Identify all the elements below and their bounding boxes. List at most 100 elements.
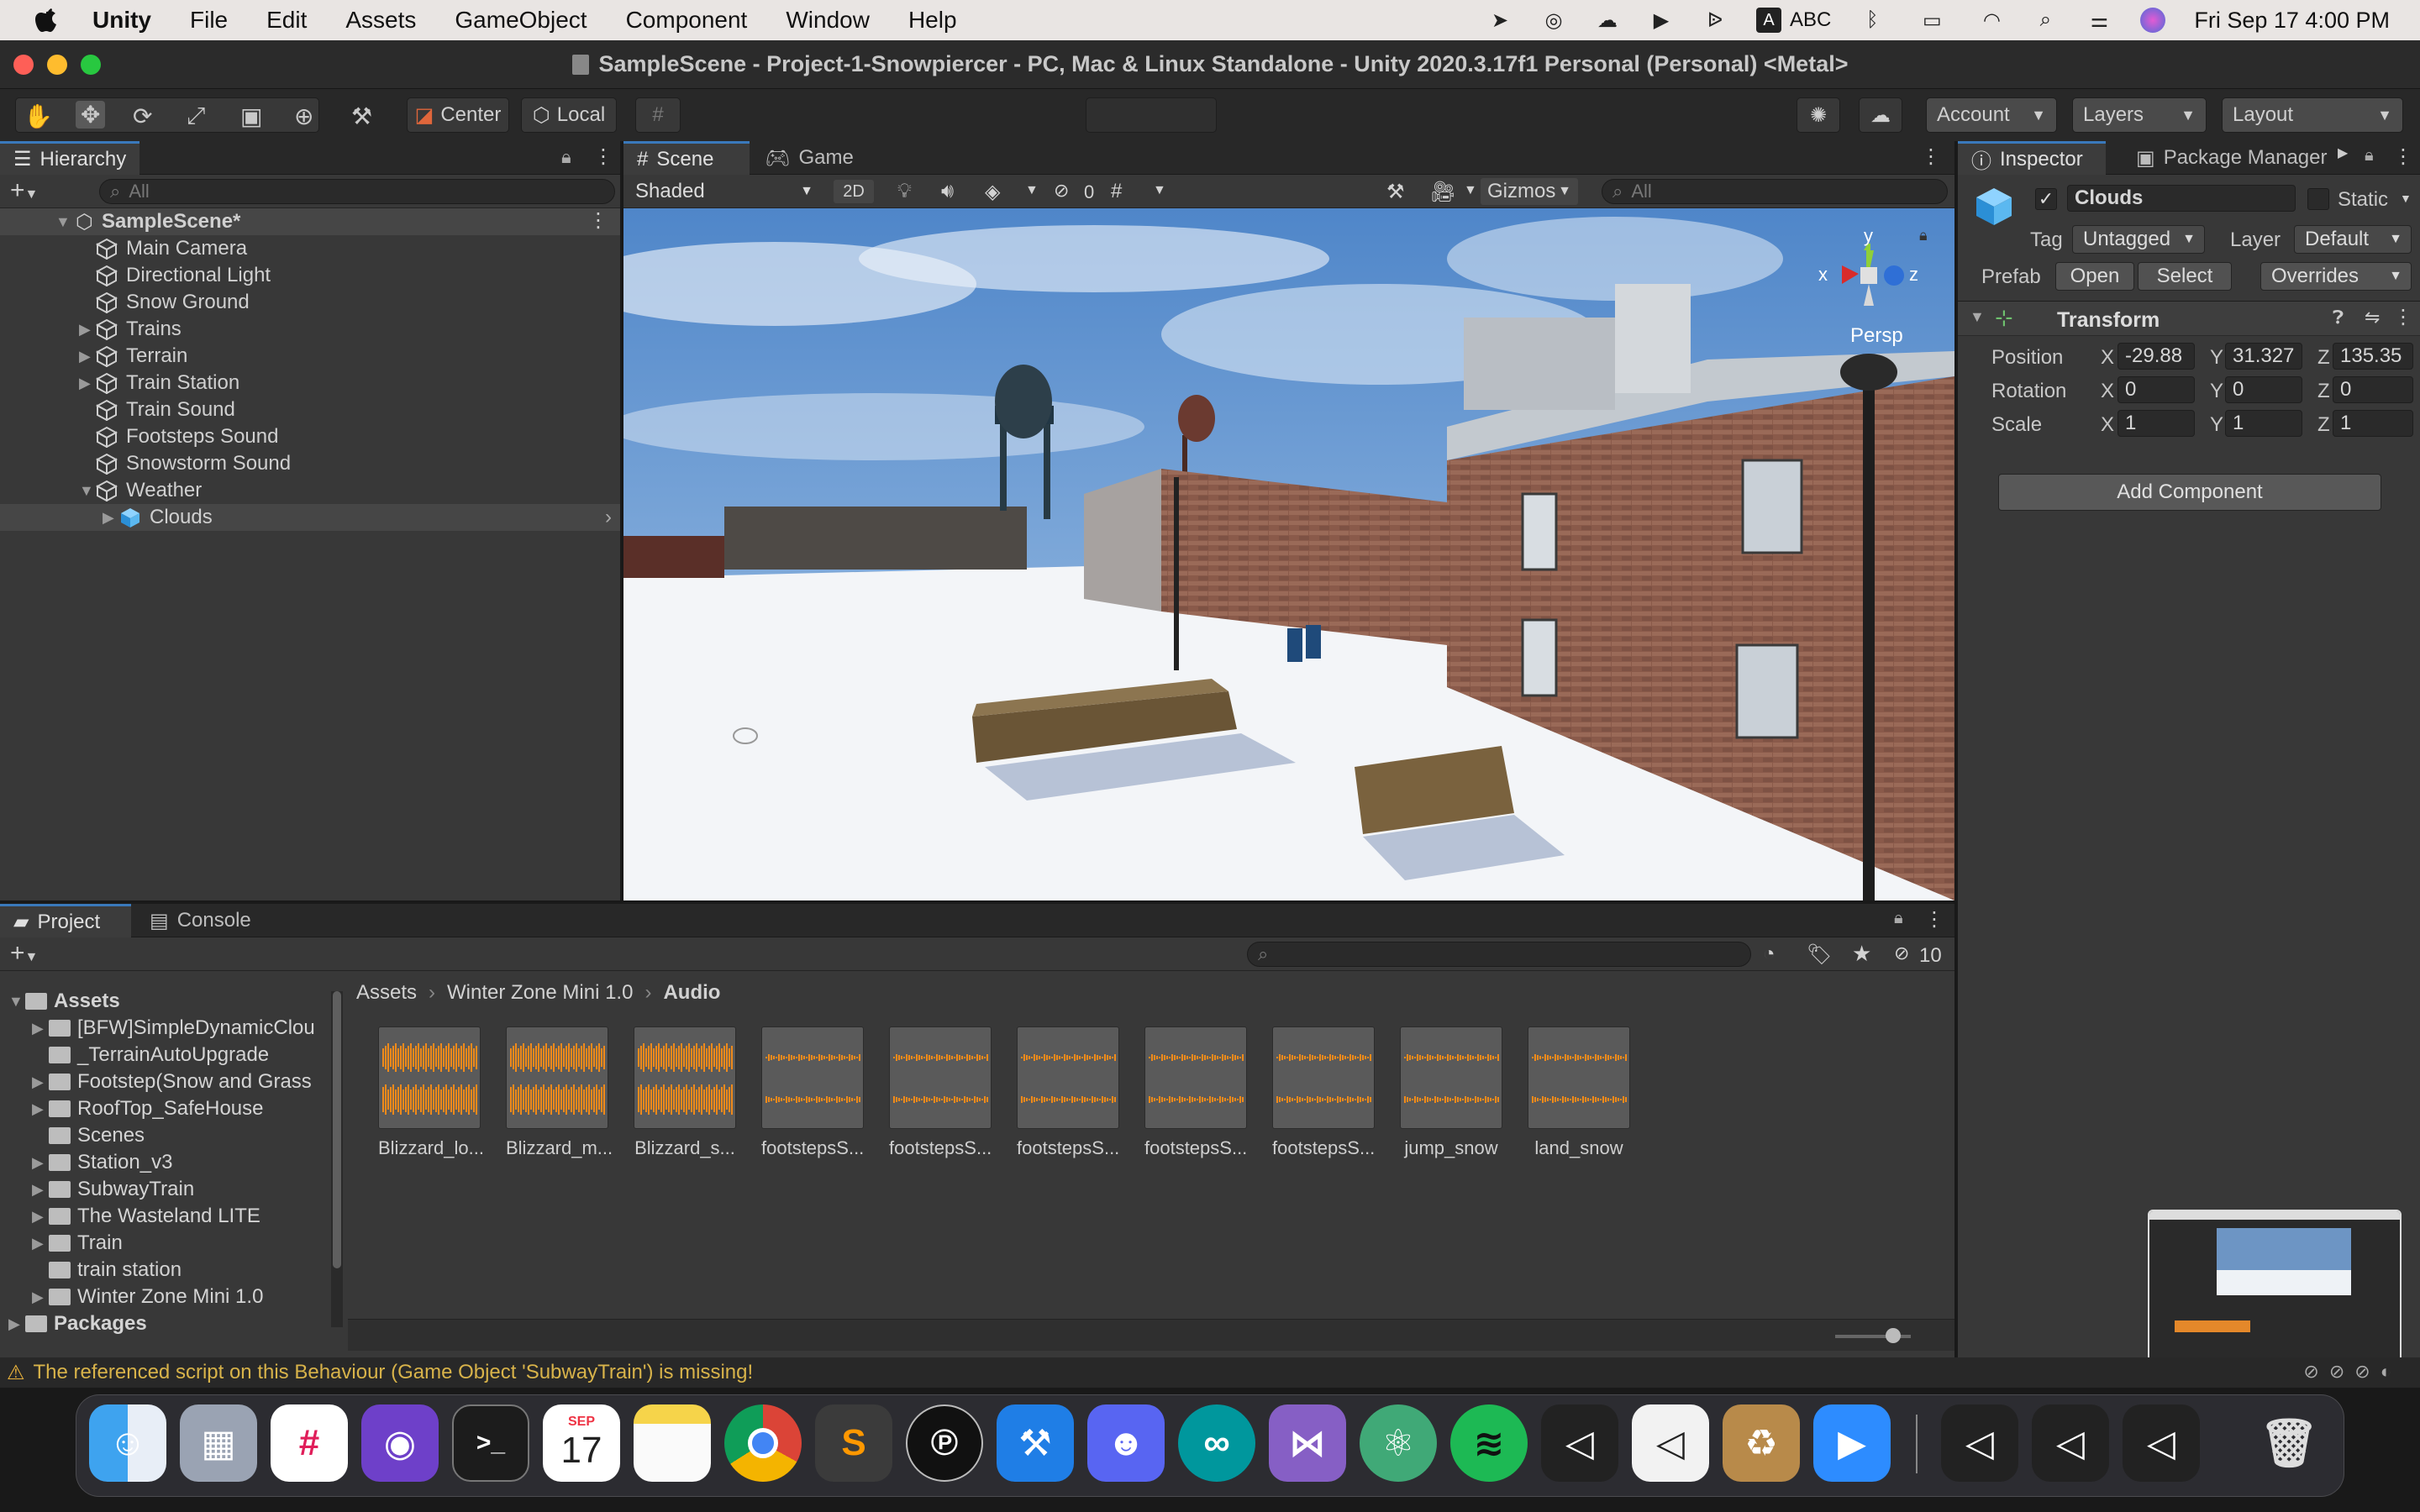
audio-asset[interactable]: land_snow xyxy=(1528,1026,1630,1159)
create-add-button[interactable]: +▼ xyxy=(10,176,38,205)
folder-tree-item[interactable]: train station xyxy=(0,1257,334,1284)
dock-terminal-icon[interactable]: >_ xyxy=(452,1404,529,1482)
search-by-type-icon[interactable]: ◔ xyxy=(1763,942,1776,966)
collab-button[interactable]: ✺ xyxy=(1797,97,1840,133)
hierarchy-item[interactable]: ▼ Weather xyxy=(0,477,620,504)
viewport-lock-icon[interactable]: 🔒︎ xyxy=(1919,227,1928,244)
help-icon[interactable]: ❓︎ xyxy=(2333,307,2344,328)
expand-arrow-icon[interactable]: ▶ xyxy=(8,1315,25,1333)
tab-console[interactable]: ▤ Console xyxy=(136,904,265,937)
active-checkbox[interactable]: ✓ xyxy=(2035,188,2057,210)
tab-project[interactable]: ▰ Project xyxy=(0,904,131,937)
dock-spotify-icon[interactable]: ≋ xyxy=(1450,1404,1528,1482)
expand-arrow-icon[interactable]: ▶ xyxy=(79,375,96,392)
hierarchy-item[interactable]: Footsteps Sound xyxy=(0,423,620,450)
folder-tree-item[interactable]: _TerrainAutoUpgrade xyxy=(0,1042,334,1068)
breadcrumb-audio[interactable]: Audio xyxy=(663,981,720,1005)
expand-arrow-icon[interactable]: ▶ xyxy=(32,1100,49,1118)
dock-unity-hub-icon[interactable]: ◁ xyxy=(1541,1404,1618,1482)
position-x-field[interactable]: -29.88 xyxy=(2118,343,2195,370)
sync-icon[interactable]: ◎ xyxy=(1541,8,1566,33)
expanded-arrow-icon[interactable]: ▼ xyxy=(55,213,72,231)
icon-size-slider[interactable] xyxy=(1835,1328,1911,1343)
tab-package-manager[interactable]: ▣ Package Manager xyxy=(2123,141,2340,175)
folder-tree-item[interactable]: ▶ The Wasteland LITE xyxy=(0,1203,334,1230)
orientation-gizmo[interactable]: y x z Persp xyxy=(1808,225,1934,393)
airpods-icon[interactable]: ᐉ xyxy=(1702,8,1728,33)
creative-cloud-icon[interactable]: ☁ xyxy=(1595,8,1620,33)
kebab-menu-icon[interactable]: ⋮ xyxy=(1924,907,1944,932)
dock-arduino-icon[interactable]: ∞ xyxy=(1178,1404,1255,1482)
siri-icon[interactable] xyxy=(2140,8,2166,33)
audio-asset[interactable]: footstepsS... xyxy=(1017,1026,1119,1159)
menu-assets[interactable]: Assets xyxy=(345,7,416,34)
rotation-z-field[interactable]: 0 xyxy=(2333,376,2413,403)
hidden-packages-icon[interactable]: ⊘ xyxy=(1894,942,1909,964)
battery-icon[interactable]: ▭ xyxy=(1913,8,1950,33)
dock-atom-icon[interactable]: ⚛ xyxy=(1360,1404,1437,1482)
static-dropdown-icon[interactable]: ▼ xyxy=(2400,192,2412,205)
hierarchy-search-input[interactable]: ⌕ All xyxy=(99,179,615,204)
lock-icon[interactable]: 🔒︎ xyxy=(2365,146,2374,165)
folder-tree-item[interactable]: ▶ [BFW]SimpleDynamicClou xyxy=(0,1015,334,1042)
folder-tree-item[interactable]: ▶ Footstep(Snow and Grass xyxy=(0,1068,334,1095)
audio-asset[interactable]: footstepsS... xyxy=(889,1026,992,1159)
pivot-center-toggle[interactable]: ◪ Center xyxy=(407,97,509,133)
audio-asset[interactable]: Blizzard_lo... xyxy=(378,1026,484,1159)
expand-arrow-icon[interactable]: ▶ xyxy=(32,1235,49,1252)
grid-toggle-icon[interactable]: # xyxy=(1111,180,1122,203)
hierarchy-item[interactable]: Main Camera xyxy=(0,235,620,262)
account-dropdown[interactable]: Account ▼ xyxy=(1926,97,2057,133)
scale-z-field[interactable]: 1 xyxy=(2333,410,2413,437)
hierarchy-item[interactable]: Directional Light xyxy=(0,262,620,289)
folder-tree-item[interactable]: ▶ SubwayTrain xyxy=(0,1176,334,1203)
dock-slack-icon[interactable]: # xyxy=(271,1404,348,1482)
lock-icon[interactable]: 🔒︎ xyxy=(561,146,571,168)
project-search-input[interactable]: ⌕ xyxy=(1247,942,1751,967)
folder-tree-item[interactable]: ▶ Packages xyxy=(0,1310,334,1337)
kebab-menu-icon[interactable]: ⋮ xyxy=(593,144,613,169)
lock-icon[interactable]: 🔒︎ xyxy=(1894,909,1903,928)
rotation-x-field[interactable]: 0 xyxy=(2118,376,2195,403)
dock-unity-window-3-icon[interactable]: ◁ xyxy=(2123,1404,2200,1482)
layout-dropdown[interactable]: Layout ▼ xyxy=(2222,97,2403,133)
audio-asset[interactable]: Blizzard_s... xyxy=(634,1026,736,1159)
expand-arrow-icon[interactable]: ▶ xyxy=(32,1181,49,1199)
hidden-objects-icon[interactable]: ⊘ xyxy=(1054,180,1069,202)
dock-unity-icon[interactable]: ◁ xyxy=(1632,1404,1709,1482)
dock-launchpad-icon[interactable]: ▦ xyxy=(180,1404,257,1482)
dock-sublime-icon[interactable]: S xyxy=(815,1404,892,1482)
wifi-icon[interactable]: ◠ xyxy=(1979,8,2004,33)
expand-arrow-icon[interactable]: ▼ xyxy=(8,993,25,1011)
dock-unity-window-2-icon[interactable]: ◁ xyxy=(2032,1404,2109,1482)
open-prefab-arrow-icon[interactable]: › xyxy=(605,506,612,529)
expanded-arrow-icon[interactable]: ▼ xyxy=(1970,308,1985,326)
expand-arrow-icon[interactable]: ▶ xyxy=(32,1154,49,1172)
hierarchy-item[interactable]: Train Sound xyxy=(0,396,620,423)
layer-dropdown[interactable]: Default ▼ xyxy=(2294,225,2412,254)
expand-arrow-icon[interactable]: ▶ xyxy=(32,1074,49,1091)
rect-tool-icon[interactable]: ▣ xyxy=(240,102,262,130)
favorites-star-icon[interactable]: ★ xyxy=(1852,941,1871,967)
dock-unity-window-1-icon[interactable]: ◁ xyxy=(1941,1404,2018,1482)
breadcrumb-assets[interactable]: Assets xyxy=(356,981,417,1005)
effects-toggle-icon[interactable]: ◈ xyxy=(985,180,1000,204)
prefab-select-button[interactable]: Select xyxy=(2138,262,2232,291)
tab-overflow-icon[interactable]: ▶ xyxy=(2338,144,2348,161)
scene-search-input[interactable]: ⌕ All xyxy=(1602,179,1948,204)
scene-viewport[interactable]: y x z Persp 🔒︎ xyxy=(623,208,1954,900)
dock-zoom-icon[interactable]: ▶ xyxy=(1813,1404,1891,1482)
component-kebab-icon[interactable]: ⋮ xyxy=(2393,305,2413,329)
chevron-down-icon[interactable]: ▼ xyxy=(1153,183,1166,198)
transform-tool-icon[interactable]: ⊕ xyxy=(294,102,313,130)
object-name-field[interactable]: Clouds xyxy=(2067,185,2296,212)
hierarchy-item[interactable]: ▶ Clouds › xyxy=(0,504,620,531)
rotate-tool-icon[interactable]: ⟳ xyxy=(133,102,152,130)
menu-component[interactable]: Component xyxy=(626,7,748,34)
kebab-menu-icon[interactable]: ⋮ xyxy=(2393,144,2413,169)
spotlight-search-icon[interactable]: ⌕ xyxy=(2033,8,2058,33)
tab-hierarchy[interactable]: ☰ Hierarchy xyxy=(0,141,140,175)
menu-gameobject[interactable]: GameObject xyxy=(455,7,587,34)
prefab-open-button[interactable]: Open xyxy=(2055,262,2134,291)
control-center-icon[interactable]: ⚌ xyxy=(2086,8,2112,33)
